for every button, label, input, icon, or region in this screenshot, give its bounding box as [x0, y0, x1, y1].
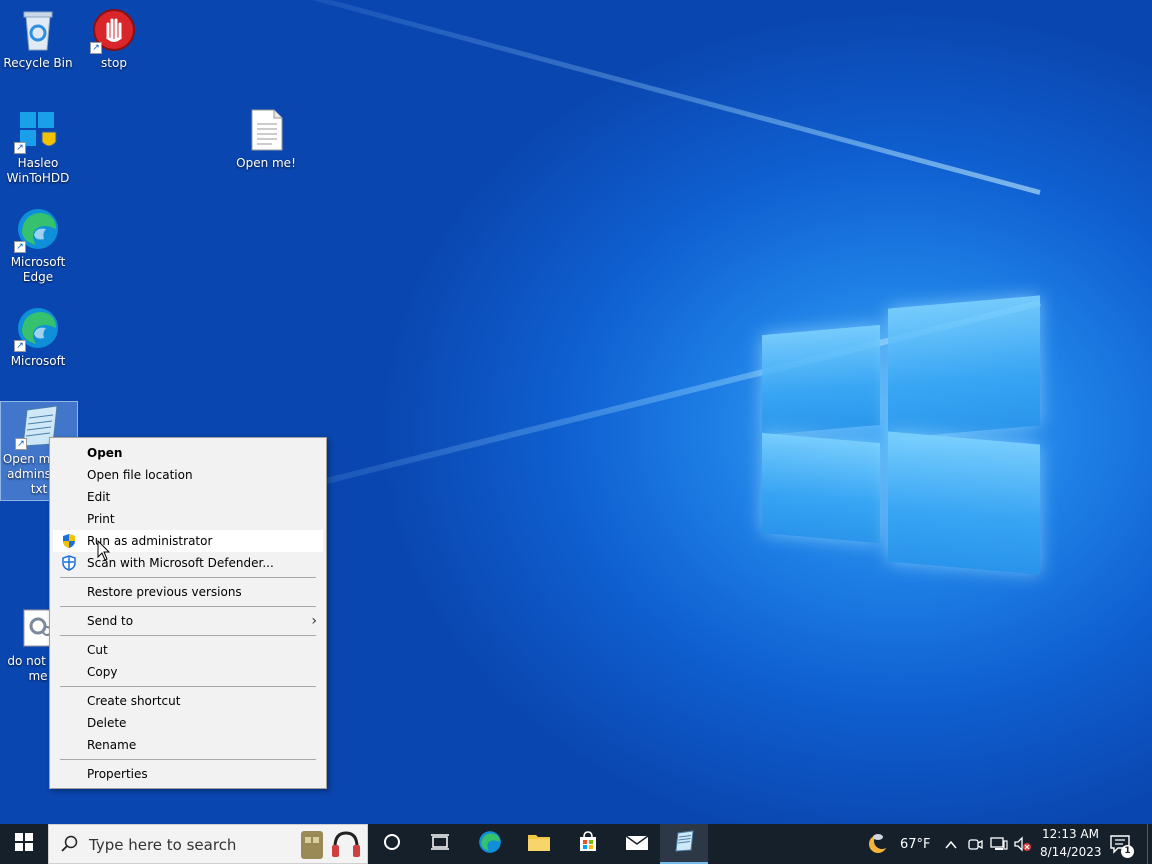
- menu-item-scan-with-defender[interactable]: Scan with Microsoft Defender...: [53, 552, 323, 574]
- desktop-icon-label: Microsoft Edge: [10, 255, 66, 284]
- start-button[interactable]: [0, 824, 48, 864]
- text-file-icon: [242, 106, 290, 154]
- menu-separator: [60, 577, 316, 578]
- meet-now-icon[interactable]: [967, 836, 983, 856]
- taskbar-notepad-button[interactable]: [660, 824, 708, 864]
- cortana-circle-icon: [383, 833, 401, 855]
- menu-item-label: Open: [87, 446, 123, 460]
- search-placeholder: Type here to search: [89, 836, 237, 854]
- menu-item-open[interactable]: Open: [53, 442, 323, 464]
- search-highlight-icon: [299, 827, 361, 861]
- shortcut-arrow-icon: ↗: [90, 42, 102, 54]
- microsoft-edge-icon: ↗: [14, 205, 62, 253]
- desktop-icon-label: Hasleo WinToHDD: [6, 156, 70, 185]
- desktop-icon-recycle-bin[interactable]: Recycle Bin: [0, 6, 76, 71]
- taskbar: Type here to search 67°F 12:13 AM 8/14/2…: [0, 824, 1152, 864]
- microsoft-edge-icon: [477, 829, 503, 859]
- desktop-icon-hasleo-wintohdd[interactable]: ↗ Hasleo WinToHDD: [0, 106, 76, 186]
- menu-item-create-shortcut[interactable]: Create shortcut: [53, 690, 323, 712]
- windows-start-icon: [15, 833, 33, 855]
- mouse-cursor-icon: [97, 539, 111, 562]
- shortcut-arrow-icon: ↗: [14, 340, 26, 352]
- menu-item-label: Print: [87, 512, 115, 526]
- desktop-icon-microsoft-edge[interactable]: ↗ Microsoft Edge: [0, 205, 76, 285]
- menu-item-label: Open file location: [87, 468, 193, 482]
- search-icon: [61, 835, 79, 857]
- hasleo-wintohdd-icon: ↗: [14, 106, 62, 154]
- clock-date[interactable]: 8/14/2023: [1040, 845, 1102, 859]
- desktop-icon-open-me[interactable]: Open me!: [228, 106, 304, 171]
- shortcut-arrow-icon: ↗: [14, 241, 26, 253]
- network-icon[interactable]: [990, 836, 1008, 856]
- stop-hand-icon: ↗: [90, 6, 138, 54]
- menu-item-restore-previous-versions[interactable]: Restore previous versions: [53, 581, 323, 603]
- menu-item-label: Properties: [87, 767, 148, 781]
- menu-item-properties[interactable]: Properties: [53, 763, 323, 785]
- menu-item-label: Restore previous versions: [87, 585, 242, 599]
- desktop-icon-label: Open me!: [236, 156, 296, 170]
- menu-item-label: Copy: [87, 665, 118, 679]
- desktop-icon-label: stop: [101, 56, 127, 70]
- microsoft-edge-icon: ↗: [14, 304, 62, 352]
- menu-item-delete[interactable]: Delete: [53, 712, 323, 734]
- taskbar-store-button[interactable]: [564, 824, 612, 864]
- menu-item-label: Scan with Microsoft Defender...: [87, 556, 274, 570]
- menu-item-rename[interactable]: Rename: [53, 734, 323, 756]
- desktop-icon-label: Recycle Bin: [3, 56, 73, 70]
- task-view-button[interactable]: [416, 824, 464, 864]
- desktop-icon-label: Microsoft: [10, 354, 66, 368]
- mail-envelope-icon: [625, 833, 649, 855]
- task-view-icon: [430, 833, 450, 855]
- clock-time[interactable]: 12:13 AM: [1042, 827, 1099, 841]
- show-desktop-button[interactable]: [1147, 824, 1152, 864]
- uac-shield-icon: [61, 533, 77, 549]
- desktop-icon-stop[interactable]: ↗ stop: [76, 6, 152, 71]
- menu-item-label: Delete: [87, 716, 127, 730]
- menu-separator: [60, 635, 316, 636]
- menu-item-label: Send to: [87, 614, 134, 628]
- menu-separator: [60, 606, 316, 607]
- defender-icon: [61, 555, 77, 571]
- desktop-icon-microsoft[interactable]: ↗ Microsoft: [0, 304, 76, 369]
- menu-item-edit[interactable]: Edit: [53, 486, 323, 508]
- cortana-button[interactable]: [368, 824, 416, 864]
- volume-muted-icon[interactable]: [1014, 836, 1032, 856]
- folder-icon: [527, 832, 551, 856]
- menu-item-run-as-administrator[interactable]: Run as administrator: [53, 530, 323, 552]
- chevron-up-icon[interactable]: [944, 837, 958, 856]
- menu-item-send-to[interactable]: Send to ›: [53, 610, 323, 632]
- menu-item-label: Edit: [87, 490, 111, 504]
- weather-temperature[interactable]: 67°F: [900, 837, 931, 852]
- store-bag-icon: [577, 831, 599, 857]
- menu-item-label: Create shortcut: [87, 694, 181, 708]
- menu-item-open-file-location[interactable]: Open file location: [53, 464, 323, 486]
- menu-separator: [60, 686, 316, 687]
- menu-item-label: Rename: [87, 738, 137, 752]
- shortcut-arrow-icon: ↗: [15, 438, 27, 450]
- menu-item-copy[interactable]: Copy: [53, 661, 323, 683]
- taskbar-file-explorer-button[interactable]: [515, 824, 563, 864]
- taskbar-search-box[interactable]: Type here to search: [48, 824, 368, 864]
- windows-logo-wallpaper: [762, 290, 1044, 576]
- weather-moon-icon[interactable]: [866, 832, 890, 860]
- menu-item-print[interactable]: Print: [53, 508, 323, 530]
- menu-item-cut[interactable]: Cut: [53, 639, 323, 661]
- notification-count-badge: 1: [1121, 845, 1134, 858]
- shortcut-arrow-icon: ↗: [14, 142, 26, 154]
- taskbar-mail-button[interactable]: [613, 824, 661, 864]
- menu-separator: [60, 759, 316, 760]
- notepad-icon: [672, 829, 696, 857]
- taskbar-edge-button[interactable]: [466, 824, 514, 864]
- recycle-bin-icon: [14, 6, 62, 54]
- menu-item-label: Cut: [87, 643, 108, 657]
- chevron-right-icon: ›: [311, 613, 317, 629]
- context-menu: Open Open file location Edit Print Run a…: [49, 437, 327, 789]
